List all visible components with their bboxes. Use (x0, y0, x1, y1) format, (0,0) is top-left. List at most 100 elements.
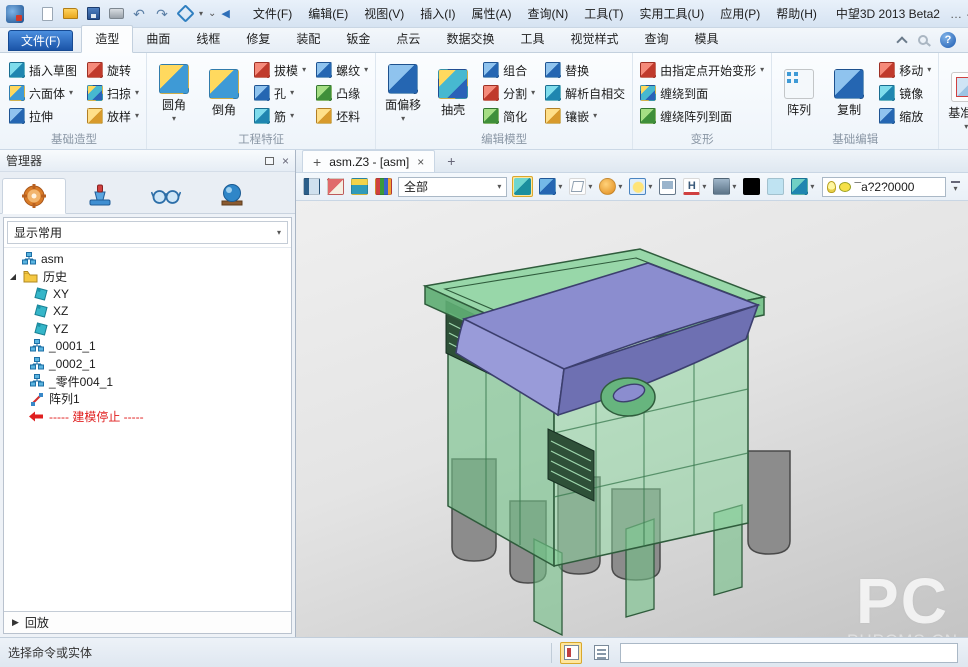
playback-bar[interactable]: ▶ 回放 (4, 611, 291, 633)
menu-edit[interactable]: 编辑(E) (300, 2, 356, 25)
draft-button[interactable]: 拔模▾ (251, 61, 309, 80)
tab-assembly-manager[interactable] (68, 177, 132, 213)
revolve-button[interactable]: 旋转 (84, 61, 142, 80)
tree-item-plane-yz[interactable]: YZ (4, 320, 291, 338)
list-button[interactable] (590, 642, 612, 664)
more-button[interactable]: … (950, 6, 962, 22)
sweep-button[interactable]: 扫掠▾ (84, 84, 142, 103)
layer-select[interactable]: ¯a?2?0000 (822, 177, 946, 197)
wrap-pattern-to-face-button[interactable]: 缠绕阵列到面 (637, 107, 767, 126)
scale-button[interactable]: 缩放 (876, 107, 934, 126)
tab-wireframe[interactable]: 线框 (183, 26, 233, 52)
filter-button[interactable] (374, 177, 393, 196)
ribbon-collapse-icon[interactable] (896, 36, 907, 47)
menu-application[interactable]: 应用(P) (712, 2, 768, 25)
tab-shape[interactable]: 造型 (81, 25, 133, 53)
tab-dataexchange[interactable]: 数据交换 (433, 26, 507, 52)
menu-insert[interactable]: 插入(I) (412, 2, 463, 25)
erase-button[interactable] (326, 177, 345, 196)
lip-button[interactable]: 凸缘 (313, 84, 371, 103)
new-document-tab-button[interactable]: + (435, 153, 467, 172)
tree-item-pattern1[interactable]: 阵列1 (4, 390, 291, 408)
file-menu-button[interactable]: 文件(F) (8, 30, 73, 51)
tab-inquire[interactable]: 查询 (631, 26, 681, 52)
layer-display-button[interactable]: ▾ (790, 177, 815, 196)
extrude-button[interactable]: 拉伸 (6, 107, 80, 126)
tab-assembly[interactable]: 装配 (283, 26, 333, 52)
exit-button[interactable] (302, 177, 321, 196)
regen-dropdown[interactable]: ▾ (199, 10, 203, 18)
tab-pointcloud[interactable]: 点云 (383, 26, 433, 52)
loft-button[interactable]: 放样▾ (84, 107, 142, 126)
zoom-button[interactable]: ▾ (628, 177, 653, 196)
datum-plane-button[interactable]: 基准面▾ (943, 71, 968, 132)
dimension-display-button[interactable]: H▾ (682, 177, 707, 196)
move-button[interactable]: 移动▾ (876, 61, 934, 80)
shaded-view-button[interactable]: ▾ (538, 177, 563, 196)
undo-button[interactable]: ↶ (130, 5, 148, 23)
expander-icon[interactable]: ◢ (8, 272, 18, 281)
deform-from-point-button[interactable]: 由指定点开始变形▾ (637, 61, 767, 80)
tree-item-component-part004[interactable]: _零件004_1 (4, 373, 291, 391)
command-input[interactable] (620, 643, 958, 663)
panel-float-button[interactable] (265, 157, 274, 165)
menu-help[interactable]: 帮助(H) (768, 2, 825, 25)
menu-view[interactable]: 视图(V) (356, 2, 412, 25)
tree-item-plane-xy[interactable]: XY (4, 285, 291, 303)
viewport-3d[interactable]: PC PHPCMS.CN (296, 201, 968, 637)
copy-button[interactable]: 复制 (826, 68, 872, 119)
pattern-button[interactable]: 阵列 (776, 68, 822, 119)
tab-mold[interactable]: 模具 (682, 26, 732, 52)
plus-icon[interactable]: + (313, 155, 321, 169)
fillet-button[interactable]: 圆角▾ (151, 63, 197, 124)
menu-file[interactable]: 文件(F) (245, 2, 300, 25)
replace-button[interactable]: 替换 (542, 61, 628, 80)
display-filter-select[interactable]: 显示常用 ▾ (7, 221, 288, 244)
regen-button[interactable] (176, 5, 194, 23)
open-file-button[interactable] (61, 5, 79, 23)
wireframe-view-button[interactable]: ▾ (568, 177, 593, 196)
save-button[interactable] (84, 5, 102, 23)
entity-filter-select[interactable]: 全部 ▾ (398, 177, 507, 197)
simplify-button[interactable]: 简化 (480, 107, 538, 126)
color-swatch-lightblue[interactable] (766, 177, 785, 196)
face-offset-button[interactable]: 面偏移▾ (380, 63, 426, 124)
tab-sheetmetal[interactable]: 钣金 (333, 26, 383, 52)
tab-visualstyle[interactable]: 视觉样式 (557, 26, 631, 52)
wrap-to-face-button[interactable]: 缠绕到面 (637, 84, 767, 103)
document-tab-active[interactable]: + asm.Z3 - [asm] × (302, 150, 435, 172)
tab-visual-manager[interactable] (200, 177, 264, 213)
tree-item-plane-xz[interactable]: XZ (4, 303, 291, 321)
insert-sketch-button[interactable]: 插入草图 (6, 61, 80, 80)
new-file-button[interactable] (38, 5, 56, 23)
tab-visibility-manager[interactable] (134, 177, 198, 213)
tab-history-manager[interactable] (2, 178, 66, 214)
tree-item-modeling-stop[interactable]: ----- 建模停止 ----- (4, 408, 291, 426)
mirror-button[interactable]: 镜像 (876, 84, 934, 103)
resolve-selfintersect-button[interactable]: 解析自相交 (542, 84, 628, 103)
tab-tools[interactable]: 工具 (507, 26, 557, 52)
color-swatch-black[interactable] (742, 177, 761, 196)
menu-inquire[interactable]: 查询(N) (520, 2, 577, 25)
tree-item-asm[interactable]: asm (4, 250, 291, 268)
tree-item-component-0002[interactable]: _0002_1 (4, 355, 291, 373)
tree-item-component-0001[interactable]: _0001_1 (4, 338, 291, 356)
menu-attribute[interactable]: 属性(A) (464, 2, 520, 25)
box-button[interactable]: 六面体▾ (6, 84, 80, 103)
qat-customize-button[interactable]: ⌄ (208, 9, 216, 19)
menu-utilities[interactable]: 实用工具(U) (632, 2, 713, 25)
toolbar-overflow-button[interactable]: ▾ (951, 181, 962, 193)
tab-surface[interactable]: 曲面 (133, 26, 183, 52)
rib-button[interactable]: 筋▾ (251, 107, 309, 126)
tab-close-icon[interactable]: × (417, 155, 424, 169)
hole-button[interactable]: 孔▾ (251, 84, 309, 103)
stock-button[interactable]: 坯料 (313, 107, 371, 126)
divide-button[interactable]: 分割▾ (480, 84, 538, 103)
search-icon[interactable] (918, 35, 928, 45)
background-button[interactable]: ▾ (712, 177, 737, 196)
print-button[interactable] (107, 5, 125, 23)
pick-tool-button[interactable] (512, 176, 533, 197)
dimension-filter-button[interactable] (560, 642, 582, 664)
panel-close-button[interactable]: × (282, 154, 289, 168)
tab-repair[interactable]: 修复 (233, 26, 283, 52)
